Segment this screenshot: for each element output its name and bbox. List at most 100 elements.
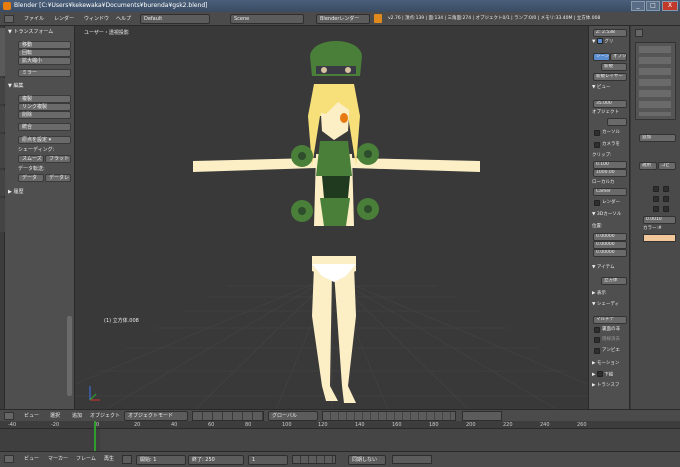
motion-panel-header[interactable]: ▶ モーション [592,360,619,368]
editor-type-button[interactable] [4,412,14,420]
menu-add[interactable]: 追加 [72,411,82,421]
scene-source-button[interactable]: シーン [593,53,610,61]
cursor-z-field[interactable]: 0.00000 [593,249,627,257]
scene-selector[interactable]: Scene [230,14,304,24]
tl-menu-playback[interactable]: 再生 [104,454,114,464]
ambient-checkbox[interactable] [594,348,600,354]
3d-viewport[interactable]: ユーザー・透視投影 (1) 立方体.008 [76,26,588,409]
toolshelf-scrollbar[interactable] [67,316,72,396]
snap-buttons[interactable] [462,411,502,421]
prop-value-field[interactable]: 0.0010 [643,216,676,224]
menu-render[interactable]: レンダー [52,14,76,24]
keying-set-controls[interactable] [392,455,432,464]
current-frame-field[interactable]: 1 [248,455,288,465]
duplicate-linked-button[interactable]: リンク複製 [18,103,71,111]
prop-checkbox-b2[interactable] [663,196,669,202]
start-frame-field[interactable]: 開始: 1 [136,455,186,465]
grease-pencil-header[interactable]: ▼ グリ [592,38,613,46]
minimize-button[interactable]: _ [631,1,645,11]
properties-editor-icon[interactable] [635,29,643,37]
apply-tab-button[interactable]: 適用 [639,162,657,170]
set-origin-dropdown[interactable]: 原点を設定 ▾ [18,136,71,144]
camera-field[interactable]: Camer [593,188,627,196]
prop-checkbox-a2[interactable] [663,186,669,192]
background-panel-header[interactable]: ▶ 下絵 [592,371,613,379]
backface-checkbox[interactable] [594,327,600,333]
clip-start-field[interactable]: 0.100 [593,161,627,169]
prop-checkbox-c1[interactable] [653,206,659,212]
transform-orient-panel-header[interactable]: ▶ トランスフ [592,382,619,390]
translate-button[interactable]: 移動 [18,41,71,49]
editor-type-icon[interactable] [4,15,14,23]
render-border-checkbox[interactable] [594,200,600,206]
edit-panel-header[interactable]: ▼ 編集 [8,82,23,90]
hidden-wire-checkbox[interactable] [594,337,600,343]
z-value-field[interactable]: Z: 2.538 [593,29,627,37]
transform-orientation-dropdown[interactable]: グローバル [268,411,318,421]
playhead[interactable] [94,421,96,451]
grease-pencil-checkbox[interactable] [596,38,603,44]
join-button[interactable]: 統合 [18,123,71,131]
prop-checkbox-a1[interactable] [653,186,659,192]
lock-cursor-checkbox[interactable] [594,130,600,136]
maximize-button[interactable]: □ [646,1,660,11]
view-panel-header[interactable]: ▼ ビュー [592,84,610,92]
menu-file[interactable]: ファイル [22,14,46,24]
delete-button[interactable]: 削除 [18,111,71,119]
interaction-mode-dropdown[interactable]: オブジェクトモード [124,411,188,421]
timeline-editor-type-button[interactable] [4,455,14,463]
scale-button[interactable]: 拡大縮小 [18,57,71,65]
layout-selector[interactable]: Default [140,14,210,24]
data-layout-button[interactable]: データレ [45,174,71,182]
background-checkbox[interactable] [596,371,603,377]
item-name-field[interactable]: 立方体 [601,277,627,285]
menu-select[interactable]: 選択 [50,411,60,421]
new-gp-button[interactable]: 新規 [601,63,627,71]
tick-label: 260 [577,422,587,428]
tl-menu-view[interactable]: ビュー [24,454,39,464]
prop-checkbox-c2[interactable] [663,206,669,212]
layer-buttons[interactable] [322,411,456,421]
copy-tab-button[interactable]: コピ [658,162,676,170]
shading-pivot-buttons[interactable] [192,411,264,421]
history-panel-header[interactable]: ▶ 履歴 [8,188,23,196]
rotate-button[interactable]: 回転 [18,49,71,57]
frame-ruler[interactable]: -40 -20 0 20 40 60 80 100 120 140 160 18… [0,421,680,429]
menu-view[interactable]: ビュー [24,411,39,421]
keyframe-record-button[interactable] [122,455,132,464]
shade-flat-button[interactable]: フラット [45,155,71,163]
cursor-y-field[interactable]: 0.00000 [593,241,627,249]
lens-field[interactable]: 35.000 [593,100,627,108]
menu-window[interactable]: ウィンドウ [82,14,111,24]
end-frame-field[interactable]: 終了: 250 [188,455,244,465]
transform-panel-header[interactable]: ▼ トランスフォーム [8,28,53,36]
scene-name: Scene [234,16,250,22]
mirror-button[interactable]: ミラー [18,69,71,77]
new-layer-button[interactable]: 新規レイヤー [593,73,627,81]
display-panel-header[interactable]: ▶ 表示 [592,290,606,298]
menu-help[interactable]: ヘルプ [114,14,133,24]
timeline[interactable]: -40 -20 0 20 40 60 80 100 120 140 160 18… [0,421,680,451]
close-button[interactable]: X [662,1,678,11]
shading-panel-header[interactable]: ▼ シェーディ [592,301,619,309]
color-swatch[interactable] [643,234,676,242]
sync-mode-dropdown[interactable]: 同期しない [348,455,386,465]
data-transfer-button[interactable]: データ [18,174,44,182]
matcap-dropdown[interactable]: マルチテ [593,316,627,324]
lock-camera-checkbox[interactable] [594,142,600,148]
lock-object-field[interactable] [607,118,627,126]
duplicate-button[interactable]: 複製 [18,95,71,103]
shade-smooth-button[interactable]: スムーズ [18,155,44,163]
world-add-dropdown[interactable]: 追加 [639,134,676,142]
tl-menu-frame[interactable]: フレーム [76,454,96,464]
prop-checkbox-b1[interactable] [653,196,659,202]
render-engine-dropdown[interactable]: Blenderレンダー [316,14,370,24]
cursor-x-field[interactable]: 0.00000 [593,233,627,241]
clip-end-field[interactable]: 1000.00 [593,169,627,177]
menu-object[interactable]: オブジェクト [90,411,120,421]
tl-menu-marker[interactable]: マーカー [48,454,68,464]
3d-cursor-panel-header[interactable]: ▼ 3Dカーソル [592,211,621,219]
playback-controls[interactable] [292,455,336,464]
object-source-button[interactable]: オブジ [610,53,627,61]
item-panel-header[interactable]: ▼ アイテム [592,264,614,272]
